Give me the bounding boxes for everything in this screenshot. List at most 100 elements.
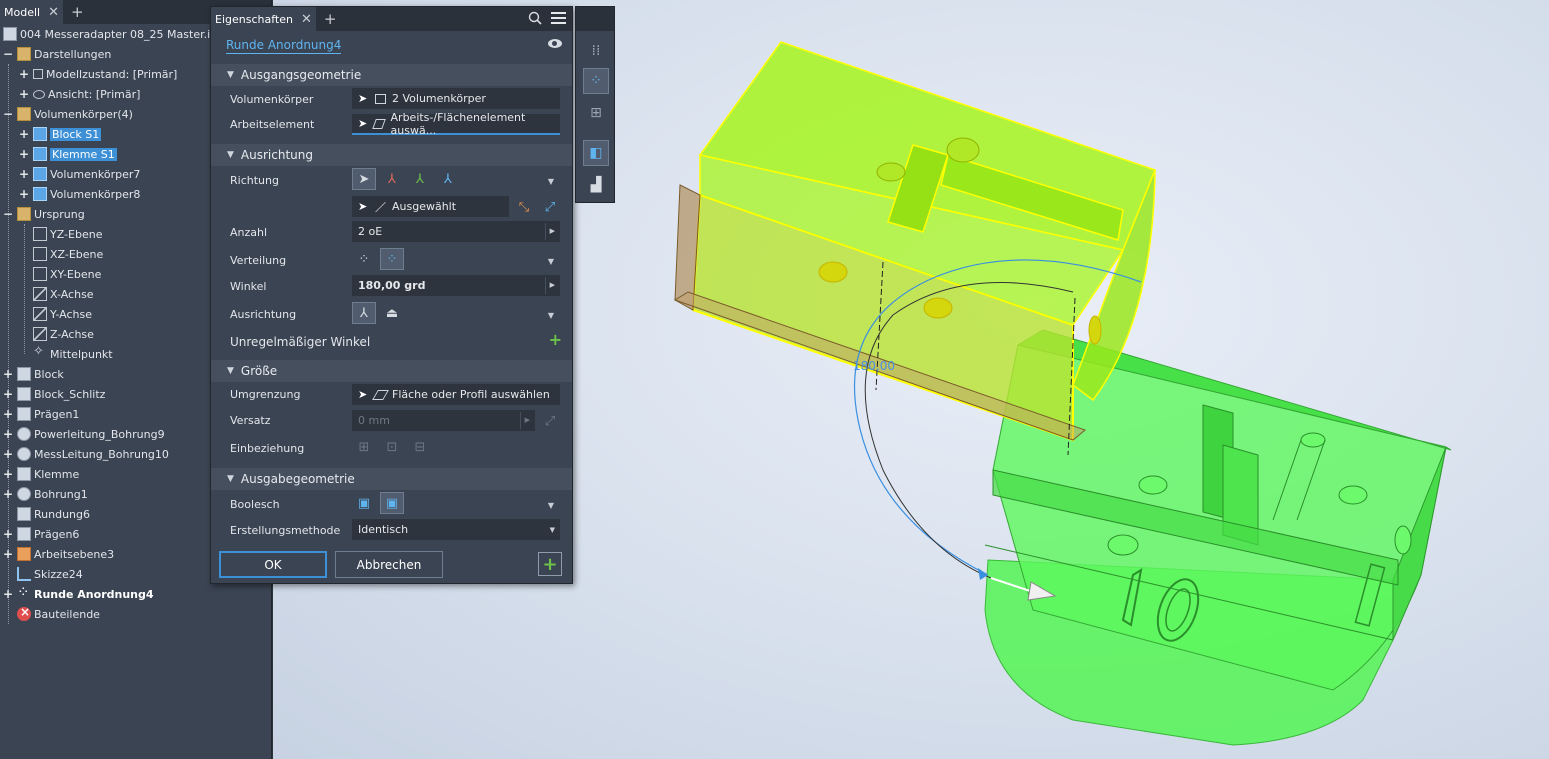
apply-add-button[interactable]: +: [538, 552, 562, 576]
dropdown-arrow-icon[interactable]: ▼: [548, 311, 554, 320]
section-groesse[interactable]: ▼ Größe: [211, 360, 572, 382]
tree-item-klemme-s1[interactable]: + Klemme S1: [19, 144, 117, 164]
tree-item-block[interactable]: + Block: [3, 364, 64, 384]
new-body-boolean-button[interactable]: ▣: [380, 492, 404, 514]
rectangular-pattern-icon[interactable]: ⁞⁞: [583, 38, 609, 64]
tree-item-y-axis[interactable]: Y-Achse: [33, 304, 92, 324]
search-icon[interactable]: [528, 11, 542, 25]
reverse-direction-button[interactable]: ⤢: [538, 196, 562, 218]
expand-icon[interactable]: +: [19, 87, 29, 101]
tree-item-messleitung[interactable]: + MessLeitung_Bohrung10: [3, 444, 169, 464]
dropdown-arrow-icon[interactable]: ▼: [548, 177, 554, 186]
tab-modell[interactable]: Modell ✕: [0, 0, 63, 24]
close-icon[interactable]: ✕: [301, 12, 312, 27]
expand-icon[interactable]: +: [19, 187, 29, 201]
y-axis-direction-button[interactable]: ⅄: [408, 168, 432, 190]
toolbar-grip[interactable]: [576, 7, 614, 31]
section-ausrichtung[interactable]: ▼ Ausrichtung: [211, 144, 572, 166]
cancel-button[interactable]: Abbrechen: [335, 551, 443, 578]
tree-item-block-s1[interactable]: + Block S1: [19, 124, 102, 144]
spinner-arrow-icon[interactable]: ▶: [550, 227, 555, 235]
expand-icon[interactable]: +: [3, 407, 13, 421]
join-boolean-button[interactable]: ▣: [352, 492, 376, 514]
section-ausgabegeometrie[interactable]: ▼ Ausgabegeometrie: [211, 468, 572, 490]
boundary-selector[interactable]: ➤ Fläche oder Profil auswählen: [352, 384, 560, 405]
fitted-distribution-button[interactable]: ⁘: [380, 248, 404, 270]
expand-icon[interactable]: +: [3, 587, 13, 601]
tree-item-xz-plane[interactable]: XZ-Ebene: [33, 244, 103, 264]
tab-eigenschaften[interactable]: Eigenschaften ✕: [211, 7, 316, 31]
close-icon[interactable]: ✕: [48, 5, 59, 20]
tree-item-x-axis[interactable]: X-Achse: [33, 284, 94, 304]
spinner-arrow-icon[interactable]: ▶: [550, 281, 555, 289]
tree-item-runde-anordnung4[interactable]: + Runde Anordnung4: [3, 583, 154, 604]
expand-icon[interactable]: +: [19, 167, 29, 181]
tree-item-ursprung[interactable]: − Ursprung: [3, 204, 85, 224]
tree-item-praegen1[interactable]: + Prägen1: [3, 404, 79, 424]
solid-pattern-icon[interactable]: ◧: [583, 140, 609, 166]
fixed-orientation-button[interactable]: ⏏: [380, 302, 404, 324]
expand-icon[interactable]: +: [3, 367, 13, 381]
tree-item-skizze24[interactable]: Skizze24: [17, 564, 83, 584]
dropdown-arrow-icon[interactable]: ▼: [548, 257, 554, 266]
hamburger-menu-icon[interactable]: [551, 12, 566, 25]
expand-icon[interactable]: +: [3, 487, 13, 501]
tree-item-arbeitsebene3[interactable]: + Arbeitsebene3: [3, 544, 114, 564]
tree-item-yz-plane[interactable]: YZ-Ebene: [33, 224, 102, 244]
collapse-icon[interactable]: −: [3, 107, 13, 121]
count-input[interactable]: 2 oE ▶: [352, 221, 560, 242]
feature-name[interactable]: Runde Anordnung4: [226, 38, 342, 54]
expand-icon[interactable]: +: [3, 427, 13, 441]
expand-icon[interactable]: +: [19, 147, 29, 161]
tree-item-xy-plane[interactable]: XY-Ebene: [33, 264, 101, 284]
selected-body-preview[interactable]: [673, 41, 1156, 456]
tree-item-volumenkoerper8[interactable]: + Volumenkörper8: [19, 184, 140, 204]
angle-annotation[interactable]: 180,00: [853, 359, 895, 373]
tree-item-ansicht[interactable]: + Ansicht: [Primär]: [19, 84, 140, 104]
circular-pattern-icon[interactable]: ⁘: [583, 68, 609, 94]
tree-root[interactable]: 004 Messeradapter 08_25 Master.ipt: [3, 24, 221, 44]
tree-item-volumenkoerper7[interactable]: + Volumenkörper7: [19, 164, 140, 184]
offset-input[interactable]: 0 mm ▶: [352, 410, 535, 431]
expand-icon[interactable]: +: [3, 387, 13, 401]
creation-method-select[interactable]: Identisch ▼: [352, 519, 560, 540]
expand-icon[interactable]: +: [19, 127, 29, 141]
expand-icon[interactable]: +: [3, 527, 13, 541]
add-irregular-angle-icon[interactable]: +: [549, 330, 562, 349]
angle-input[interactable]: 180,00 grd ▶: [352, 275, 560, 296]
z-axis-direction-button[interactable]: ⅄: [436, 168, 460, 190]
expand-icon[interactable]: +: [19, 67, 29, 81]
direction-selector[interactable]: ➤ ／ Ausgewählt: [352, 196, 509, 217]
tree-item-rundung6[interactable]: Rundung6: [17, 504, 90, 524]
tree-item-modellzustand[interactable]: + Modellzustand: [Primär]: [19, 64, 177, 84]
tree-item-powerleitung[interactable]: + Powerleitung_Bohrung9: [3, 424, 165, 444]
expand-icon[interactable]: +: [3, 467, 13, 481]
ok-button[interactable]: OK: [219, 551, 327, 578]
tree-item-block-schlitz[interactable]: + Block_Schlitz: [3, 384, 105, 404]
sketch-pattern-icon[interactable]: ⊞: [583, 100, 609, 126]
select-direction-button[interactable]: ➤: [352, 168, 376, 190]
bodies-selector[interactable]: ➤ 2 Volumenkörper: [352, 88, 560, 109]
dropdown-arrow-icon[interactable]: ▼: [548, 501, 554, 510]
tree-item-z-axis[interactable]: Z-Achse: [33, 324, 94, 344]
tree-item-darstellungen[interactable]: − Darstellungen: [3, 44, 111, 64]
offset-flip-button[interactable]: ⤢: [538, 410, 562, 432]
work-feature-selector[interactable]: ➤ Arbeits-/Flächenelement auswä...: [352, 111, 560, 137]
include-all-button[interactable]: ⊞: [352, 436, 376, 458]
rotational-orientation-button[interactable]: ⅄: [352, 302, 376, 324]
add-tab-icon[interactable]: +: [71, 3, 84, 21]
tree-item-bohrung1[interactable]: + Bohrung1: [3, 484, 88, 504]
tree-item-center-point[interactable]: Mittelpunkt: [33, 344, 113, 364]
tree-item-volumenkoerper[interactable]: − Volumenkörper(4): [3, 104, 133, 124]
flip-direction-button[interactable]: ⤡: [512, 196, 536, 218]
include-partial-button[interactable]: ⊟: [408, 436, 432, 458]
chevron-down-icon[interactable]: ▼: [550, 526, 555, 534]
eye-icon[interactable]: [548, 39, 562, 48]
x-axis-direction-button[interactable]: ⅄: [380, 168, 404, 190]
include-inside-button[interactable]: ⊡: [380, 436, 404, 458]
section-ausgangsgeometrie[interactable]: ▼ Ausgangsgeometrie: [211, 64, 572, 86]
collapse-icon[interactable]: −: [3, 47, 13, 61]
tree-item-praegen6[interactable]: + Prägen6: [3, 524, 79, 544]
expand-icon[interactable]: +: [3, 447, 13, 461]
spinner-arrow-icon[interactable]: ▶: [525, 416, 530, 424]
